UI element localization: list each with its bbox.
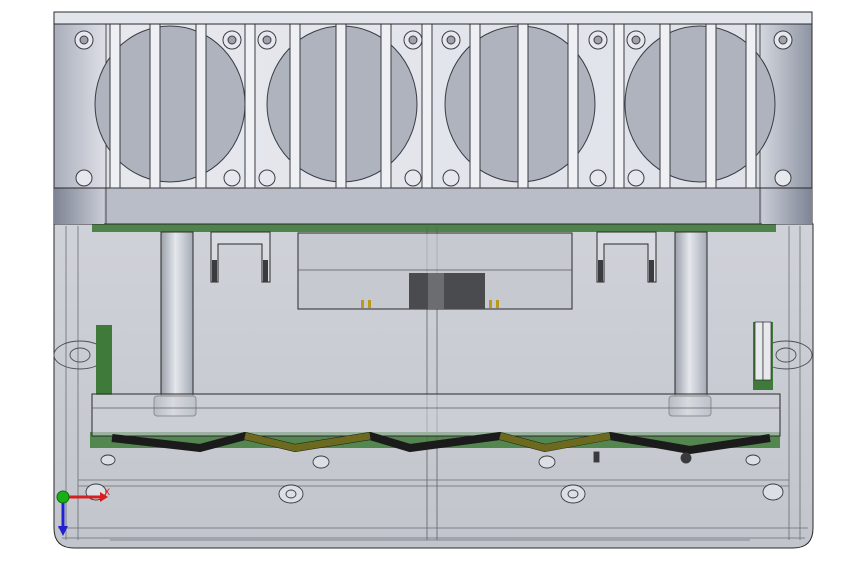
model-render: X bbox=[53, 11, 814, 549]
component-block bbox=[297, 232, 573, 310]
right-support-post bbox=[668, 231, 712, 417]
heatsink bbox=[53, 11, 813, 225]
lower-tray bbox=[91, 393, 781, 437]
cad-viewport[interactable]: X bbox=[0, 0, 867, 562]
triad-x-label: X bbox=[104, 488, 110, 498]
